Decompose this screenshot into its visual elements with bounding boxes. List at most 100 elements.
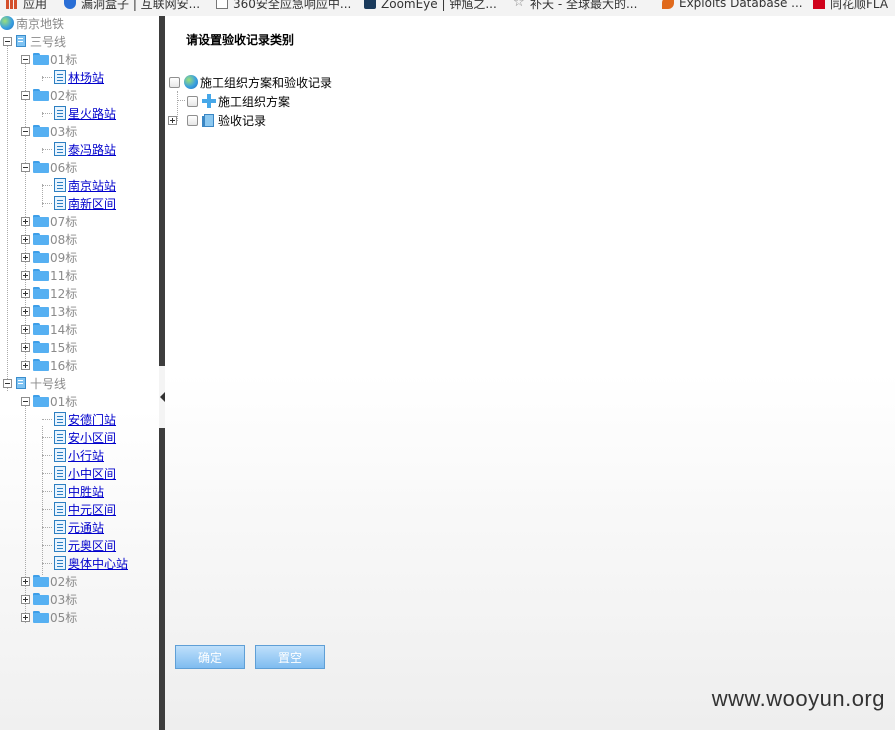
tree-station-link[interactable]: 林场站 (68, 69, 104, 86)
tree-station[interactable]: 星火路站 (54, 104, 116, 122)
tree-station-link[interactable]: 小行站 (68, 447, 104, 464)
tree-section[interactable]: 03标 (21, 590, 77, 608)
tree-station[interactable]: 南新区间 (54, 194, 116, 212)
tree-section-label: 11标 (50, 268, 78, 283)
confirm-button[interactable]: 确定 (175, 645, 245, 669)
tree-station-link[interactable]: 中元区间 (68, 501, 116, 518)
tree-station-link[interactable]: 南京站站 (68, 177, 116, 194)
tree-station[interactable]: 泰冯路站 (54, 140, 116, 158)
expand-toggle-icon[interactable] (21, 306, 30, 316)
tree-station[interactable]: 南京站站 (54, 176, 116, 194)
tree-station-link[interactable]: 南新区间 (68, 195, 116, 212)
folder-icon (33, 611, 49, 623)
tree-section[interactable]: 13标 (21, 302, 77, 320)
clear-button[interactable]: 置空 (255, 645, 325, 669)
collapse-toggle-icon[interactable] (21, 90, 30, 100)
tree-station-link[interactable]: 小中区间 (68, 465, 116, 482)
bookmark-label: 360安全应急响应中... (233, 0, 352, 11)
bookmark-apps[interactable]: 应用 (6, 0, 47, 12)
folder-icon (33, 125, 49, 137)
folder-icon (33, 341, 49, 353)
tree-station-link[interactable]: 泰冯路站 (68, 141, 116, 158)
tree-root[interactable]: 南京地铁 (0, 16, 64, 32)
document-icon (54, 520, 66, 534)
tree-station[interactable]: 安小区间 (54, 428, 116, 446)
expand-toggle-icon[interactable] (21, 252, 30, 262)
expand-toggle-icon[interactable] (21, 288, 30, 298)
collapse-toggle-icon[interactable] (21, 126, 30, 136)
bookmark-ths[interactable]: 同花顺FLA (813, 0, 888, 12)
tree-station-link[interactable]: 元通站 (68, 519, 104, 536)
category-root-row[interactable]: 施工组织方案和验收记录 (169, 73, 332, 91)
tree-line-3[interactable]: 三号线 (3, 32, 66, 50)
bookmark-exploitdb[interactable]: Exploits Database ... (662, 0, 803, 12)
tree-section-label: 15标 (50, 340, 78, 355)
tree-station-link[interactable]: 奥体中心站 (68, 555, 128, 572)
bookmark-butian[interactable]: ☆ 补天 - 全球最大的... (513, 0, 637, 12)
collapse-toggle-icon[interactable] (3, 36, 12, 46)
tree-section[interactable]: 01标 (21, 392, 77, 410)
tree-station[interactable]: 元通站 (54, 518, 104, 536)
expand-toggle-icon[interactable] (21, 216, 30, 226)
tree-station[interactable]: 中胜站 (54, 482, 104, 500)
tree-section-label: 03标 (50, 592, 78, 607)
tree-section[interactable]: 06标 (21, 158, 77, 176)
tree-section-label: 03标 (50, 124, 78, 139)
tree-station-link[interactable]: 元奥区间 (68, 537, 116, 554)
category-row[interactable]: 验收记录 (168, 111, 266, 129)
document-icon (54, 448, 66, 462)
tree-station[interactable]: 中元区间 (54, 500, 116, 518)
tree-station[interactable]: 奥体中心站 (54, 554, 128, 572)
collapse-toggle-icon[interactable] (21, 396, 30, 406)
tree-section[interactable]: 09标 (21, 248, 77, 266)
folder-icon (33, 395, 49, 407)
expand-toggle-icon[interactable] (168, 115, 177, 125)
tree-section[interactable]: 12标 (21, 284, 77, 302)
expand-toggle-icon[interactable] (21, 360, 30, 370)
tree-section[interactable]: 16标 (21, 356, 77, 374)
expand-toggle-icon[interactable] (21, 576, 30, 586)
document-icon (54, 502, 66, 516)
tree-section[interactable]: 08标 (21, 230, 77, 248)
tree-section[interactable]: 05标 (21, 608, 77, 626)
tree-station[interactable]: 小行站 (54, 446, 104, 464)
bookmark-zoomeye[interactable]: ZoomEye | 钟馗之... (364, 0, 497, 12)
tree-station[interactable]: 安德门站 (54, 410, 116, 428)
collapse-toggle-icon[interactable] (3, 378, 12, 388)
tree-station-link[interactable]: 安小区间 (68, 429, 116, 446)
tree-section[interactable]: 01标 (21, 50, 77, 68)
tree-station-link[interactable]: 安德门站 (68, 411, 116, 428)
bookmark-360[interactable]: 360安全应急响应中... (216, 0, 351, 12)
folder-icon (33, 305, 49, 317)
tree-station[interactable]: 小中区间 (54, 464, 116, 482)
collapse-toggle-icon[interactable] (21, 54, 30, 64)
tree-station-link[interactable]: 中胜站 (68, 483, 104, 500)
expand-toggle-icon[interactable] (21, 270, 30, 280)
expand-toggle-icon[interactable] (21, 234, 30, 244)
tree-section[interactable]: 15标 (21, 338, 77, 356)
tree-section[interactable]: 03标 (21, 122, 77, 140)
tree-station-link[interactable]: 星火路站 (68, 105, 116, 122)
expand-toggle-icon[interactable] (21, 612, 30, 622)
tree-section[interactable]: 14标 (21, 320, 77, 338)
tree-section[interactable]: 02标 (21, 572, 77, 590)
expand-toggle-icon[interactable] (21, 342, 30, 352)
folder-icon (33, 53, 49, 65)
tree-station[interactable]: 元奥区间 (54, 536, 116, 554)
globe-icon (0, 16, 14, 30)
tree-section[interactable]: 02标 (21, 86, 77, 104)
tree-line-10[interactable]: 十号线 (3, 374, 66, 392)
collapse-toggle-icon[interactable] (21, 162, 30, 172)
tree-station[interactable]: 林场站 (54, 68, 104, 86)
category-checkbox[interactable] (187, 114, 198, 126)
tree-section[interactable]: 07标 (21, 212, 77, 230)
tree-section[interactable]: 11标 (21, 266, 77, 284)
category-root-checkbox[interactable] (169, 76, 180, 88)
category-row[interactable]: 施工组织方案 (187, 92, 290, 110)
expand-toggle-icon[interactable] (21, 324, 30, 334)
bookmark-vulbox[interactable]: 漏洞盒子 | 互联网安... (64, 0, 200, 12)
category-checkbox[interactable] (187, 95, 198, 107)
tree-connector (7, 46, 8, 391)
folder-icon (33, 359, 49, 371)
expand-toggle-icon[interactable] (21, 594, 30, 604)
